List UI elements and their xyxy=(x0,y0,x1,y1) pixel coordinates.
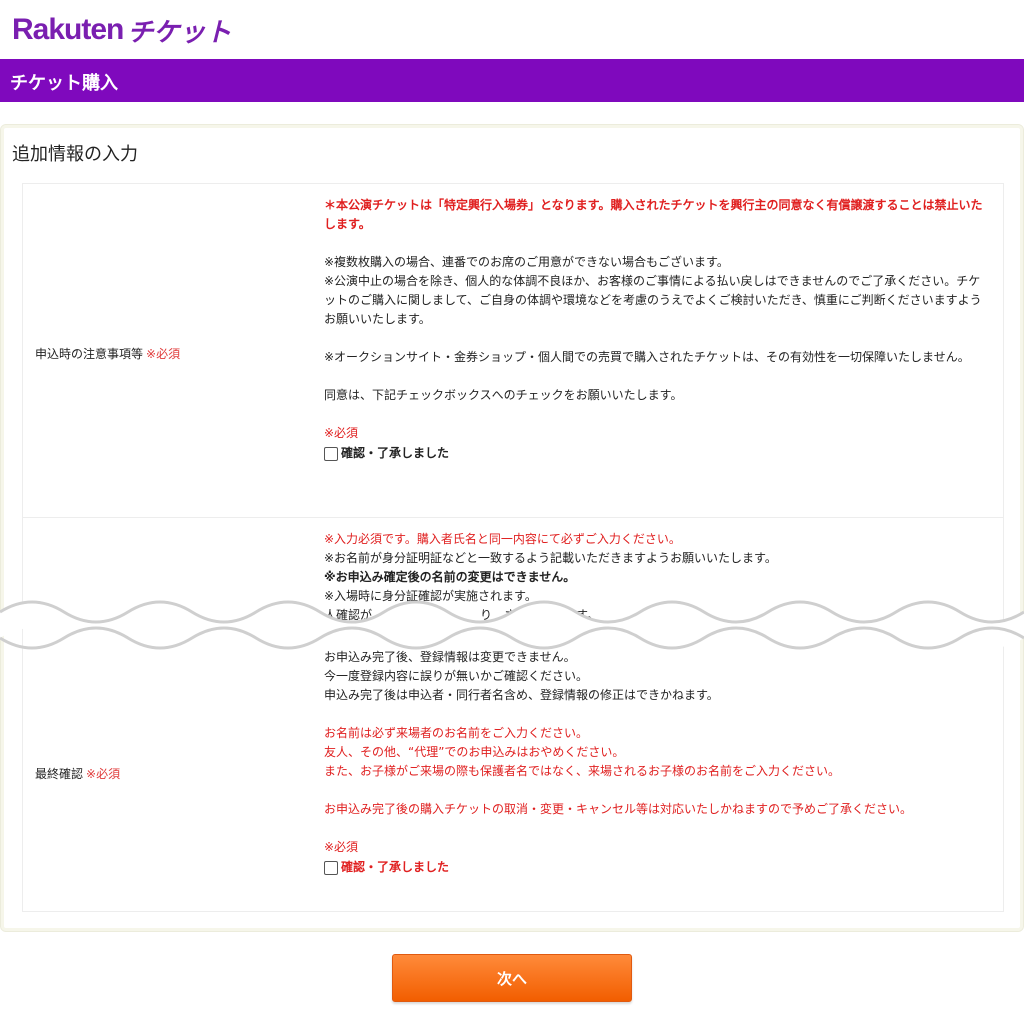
notice-attendee-name: お名前は必ず来場者のお名前をご入力ください。 xyxy=(324,726,589,740)
checkbox-box[interactable] xyxy=(324,446,338,461)
required-mark: ※必須 xyxy=(324,840,359,854)
notice-no-edit: 申込み完了後は申込者・同行者名含め、登録情報の修正はできかねます。 xyxy=(324,688,719,702)
notes-confirm-checkbox[interactable]: 確認・了承しました xyxy=(324,444,989,463)
notice-id-match: ※お名前が身分証明証などと一致するよう記載いただきますようお願いいたします。 xyxy=(324,551,777,565)
checkbox-box[interactable] xyxy=(324,860,338,875)
notice-seating: ※複数枚購入の場合、連番でのお席のご用意ができない場合もございます。 xyxy=(324,255,729,269)
notice-review: 今一度登録内容に誤りが無いかご確認ください。 xyxy=(324,669,589,683)
checkbox-label[interactable]: 確認・了承しました xyxy=(341,858,449,877)
final-confirm-checkbox[interactable]: 確認・了承しました xyxy=(324,858,989,877)
logo-rakuten-text: Rakuten xyxy=(12,13,124,46)
notice-no-name-change: ※お申込み確定後の名前の変更はできません。 xyxy=(324,570,576,584)
required-mark: ※必須 xyxy=(146,347,181,361)
notice-validity: ※オークションサイト・金券ショップ・個人間での売買で購入されたチケットは、その有… xyxy=(324,350,970,364)
notes-row: 申込時の注意事項等 ※必須 ＊本公演チケットは「特定興行入場券」となります。購入さ… xyxy=(23,184,1003,518)
notice-no-cancel: お申込み完了後の購入チケットの取消・変更・キャンセル等は対応いたしかねますので予… xyxy=(324,802,913,816)
screenshot-tear-divider xyxy=(0,600,1024,650)
notes-label: 申込時の注意事項等 ※必須 xyxy=(35,345,180,362)
final-confirm-label: 最終確認 ※必須 xyxy=(35,765,120,782)
notice-consent: 同意は、下記チェックボックスへのチェックをお願いいたします。 xyxy=(324,388,683,402)
notes-content: ＊本公演チケットは「特定興行入場券」となります。購入されたチケットを興行主の同意… xyxy=(324,196,989,463)
final-confirm-label-text: 最終確認 xyxy=(35,767,84,781)
checkbox-label[interactable]: 確認・了承しました xyxy=(341,444,449,463)
notice-no-proxy: 友人、その他、“代理”でのお申込みはおやめください。 xyxy=(324,745,625,759)
logo-ticket-text: チケット xyxy=(127,17,232,48)
notice-child-name: また、お子様がご来場の際も保護者名ではなく、来場されるお子様のお名前をご入力くだ… xyxy=(324,764,841,778)
notice-name-required: ※入力必須です。購入者氏名と同一内容にて必ずご入力ください。 xyxy=(324,532,681,546)
required-mark: ※必須 xyxy=(86,767,121,781)
next-button[interactable]: 次へ xyxy=(392,954,632,1002)
notes-label-text: 申込時の注意事項等 xyxy=(35,347,144,361)
rakuten-ticket-logo[interactable]: Rakuten チケット xyxy=(12,8,231,52)
final-confirm-details: お申込み完了後、登録情報は変更できません。 今一度登録内容に誤りが無いかご確認く… xyxy=(324,648,989,877)
required-mark: ※必須 xyxy=(324,426,359,440)
page-title: チケット購入 xyxy=(10,73,118,94)
page-title-bar: チケット購入 xyxy=(0,59,1024,102)
resale-notice: ＊本公演チケットは「特定興行入場券」となります。購入されたチケットを興行主の同意… xyxy=(324,198,983,231)
notice-refund: ※公演中止の場合を除き、個人的な体調不良ほか、お客様のご事情による払い戻しはでき… xyxy=(324,274,982,326)
section-title: 追加情報の入力 xyxy=(12,144,138,165)
